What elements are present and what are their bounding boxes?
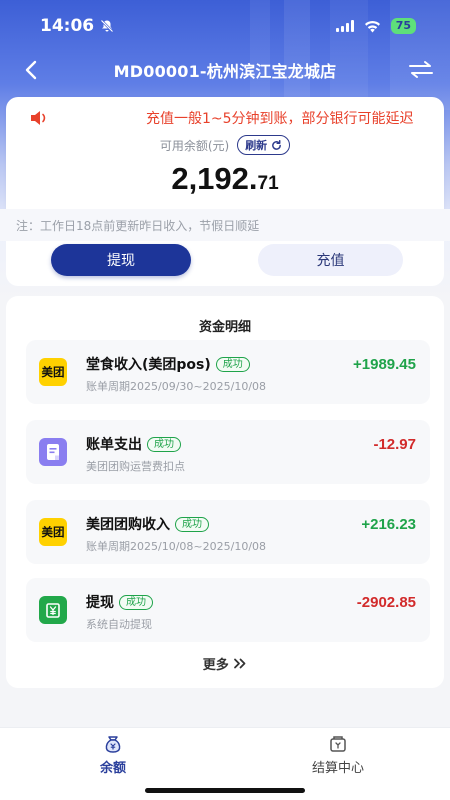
status-bar: 14:06 75 xyxy=(0,0,450,52)
tab-balance-label: 余额 xyxy=(99,761,126,776)
bill-icon xyxy=(39,438,67,466)
settlement-icon xyxy=(330,736,346,752)
transaction-subtitle: 账单周期2025/09/30~2025/10/08 xyxy=(86,380,267,393)
refresh-icon xyxy=(272,139,282,150)
transaction-amount: +216.23 xyxy=(361,516,416,533)
transaction-row[interactable]: 账单支出 成功 美团团购运营费扣点 -12.97 xyxy=(26,420,430,484)
transaction-subtitle: 美团团购运营费扣点 xyxy=(86,460,185,473)
balance-amount-integer: 2,192. xyxy=(171,161,258,196)
transaction-row[interactable]: 美团 堂食收入(美团pos) 成功 账单周期2025/09/30~2025/10… xyxy=(26,340,430,404)
status-badge: 成功 xyxy=(175,516,209,532)
nav-bar: MD00001-杭州滨江宝龙城店 xyxy=(0,52,450,88)
double-chevron-right-icon xyxy=(234,658,246,669)
status-icons: 75 xyxy=(335,18,416,34)
balance-label: 可用余额(元) xyxy=(159,138,230,153)
balance-label-row: 可用余额(元) 刷新 xyxy=(6,135,444,155)
more-link[interactable]: 更多 xyxy=(6,654,444,673)
silent-bell-icon xyxy=(100,19,114,33)
speaker-icon xyxy=(31,111,46,125)
meituan-logo-icon: 美团 xyxy=(39,518,67,546)
transaction-title: 提现 xyxy=(86,595,114,611)
transaction-amount: +1989.45 xyxy=(353,356,416,373)
fund-details-title: 资金明细 xyxy=(198,320,251,335)
update-tip: 注：工作日18点前更新昨日收入，节假日顺延 xyxy=(0,209,450,241)
status-badge: 成功 xyxy=(147,436,181,452)
refresh-label: 刷新 xyxy=(245,139,268,152)
transaction-title-row: 美团团购收入 成功 xyxy=(86,514,209,534)
status-time-group: 14:06 xyxy=(40,16,114,36)
tab-settlement-center[interactable]: 结算中心 xyxy=(278,734,398,778)
switch-store-icon[interactable] xyxy=(408,59,434,81)
status-time: 14:06 xyxy=(40,16,95,36)
home-indicator[interactable] xyxy=(145,788,305,793)
status-badge: 成功 xyxy=(215,356,250,372)
refresh-button[interactable]: 刷新 xyxy=(237,135,291,155)
battery-icon: 75 xyxy=(390,18,416,34)
tab-settlement-label: 结算中心 xyxy=(311,761,364,776)
wifi-icon xyxy=(364,20,380,32)
recharge-button[interactable]: 充值 xyxy=(258,244,403,276)
withdraw-button[interactable]: 提现 xyxy=(51,244,191,276)
transaction-title-row: 账单支出 成功 xyxy=(86,434,181,454)
more-label: 更多 xyxy=(202,658,229,673)
notice-text: 充值一般1~5分钟到账，部分银行可能延迟 xyxy=(146,111,414,127)
tab-balance[interactable]: 余额 xyxy=(53,734,173,778)
transaction-title: 美团团购收入 xyxy=(86,517,170,533)
transaction-title-row: 提现 成功 xyxy=(86,592,153,612)
meituan-logo-icon: 美团 xyxy=(39,358,67,386)
balance-amount: 2,192.71 xyxy=(6,161,444,197)
page-title: MD00001-杭州滨江宝龙城店 xyxy=(113,62,337,81)
wallet-icon xyxy=(105,736,121,753)
action-area: 提现 充值 xyxy=(6,241,444,286)
notice-bar: 充值一般1~5分钟到账，部分银行可能延迟 xyxy=(6,107,444,129)
transaction-row[interactable]: 美团 美团团购收入 成功 账单周期2025/10/08~2025/10/08 +… xyxy=(26,500,430,564)
balance-card: 充值一般1~5分钟到账，部分银行可能延迟 可用余额(元) 刷新 2,192.71 xyxy=(6,97,444,209)
transaction-row[interactable]: 提现 成功 系统自动提现 -2902.85 xyxy=(26,578,430,642)
status-badge: 成功 xyxy=(119,594,153,610)
transaction-title-row: 堂食收入(美团pos) 成功 xyxy=(86,354,250,374)
transaction-title: 堂食收入(美团pos) xyxy=(86,357,211,373)
transaction-title: 账单支出 xyxy=(86,437,142,453)
transaction-subtitle: 账单周期2025/10/08~2025/10/08 xyxy=(86,540,267,553)
transaction-amount: -2902.85 xyxy=(356,594,416,611)
transaction-subtitle: 系统自动提现 xyxy=(86,618,152,631)
fund-details-card: 资金明细 美团 堂食收入(美团pos) 成功 账单周期2025/09/30~20… xyxy=(6,296,444,688)
transaction-amount: -12.97 xyxy=(373,436,416,453)
cellular-signal-icon xyxy=(335,20,354,32)
withdraw-icon xyxy=(39,596,67,624)
balance-amount-decimal: 71 xyxy=(257,173,279,194)
